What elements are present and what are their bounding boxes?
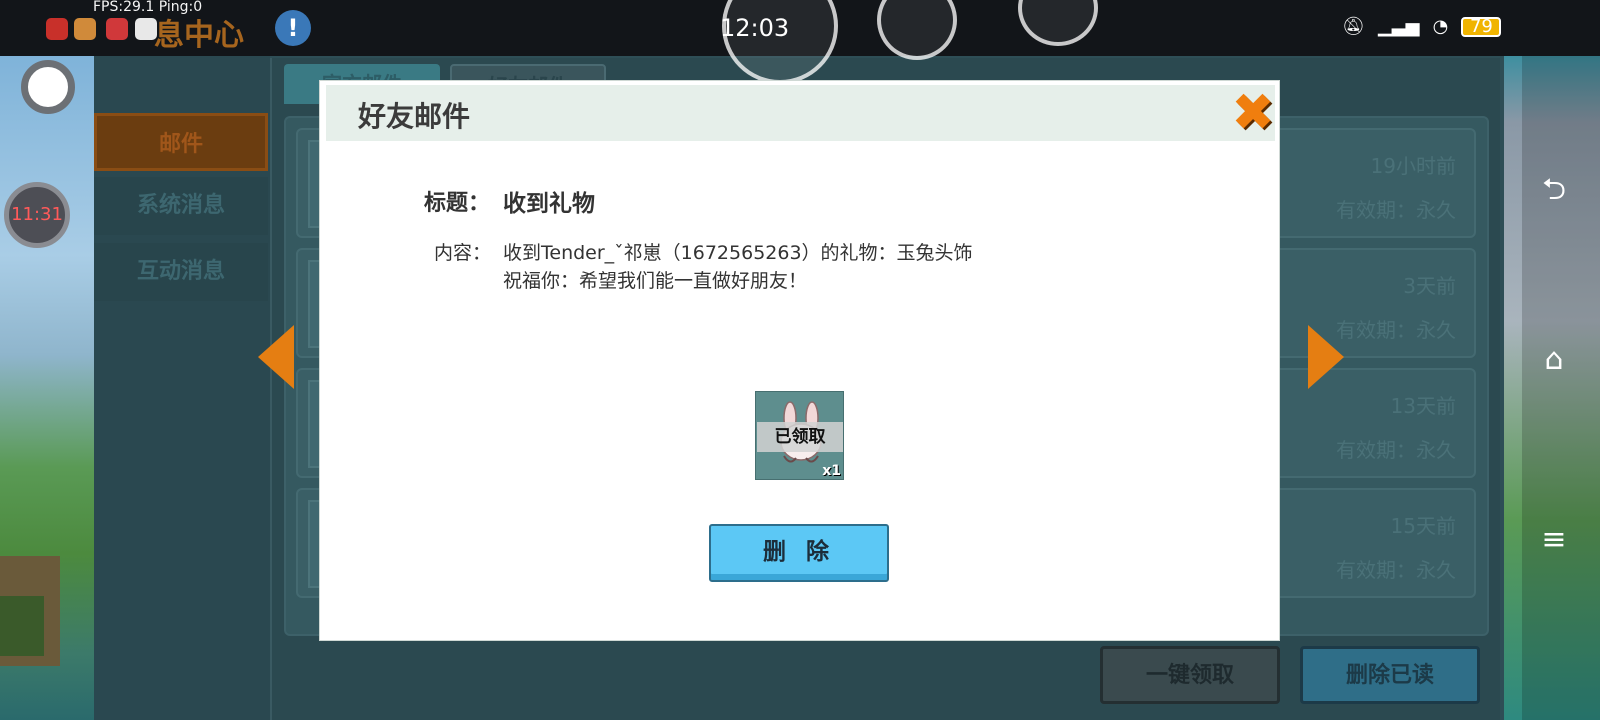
back-icon[interactable]: ⮌ xyxy=(1532,170,1576,210)
content-line-2: 祝福你：希望我们能一直做好朋友！ xyxy=(503,270,808,292)
system-nav-bar xyxy=(1522,56,1600,720)
content-label: 内容： xyxy=(434,242,492,264)
subject-label: 标题： xyxy=(424,191,491,216)
fps-readout: FPS:29.1 Ping:0 xyxy=(93,0,203,15)
sidebar-item-mail[interactable]: 邮件 xyxy=(94,113,268,171)
exclamation-icon[interactable]: ! xyxy=(275,10,311,46)
gift-item[interactable]: 已领取 x1 xyxy=(755,391,844,480)
mail-expiry: 有效期：永久 xyxy=(1336,318,1456,342)
mail-expiry: 有效期：永久 xyxy=(1336,198,1456,222)
signal-icon: ▁▃▅ xyxy=(1377,16,1420,37)
mail-time: 13天前 xyxy=(1390,394,1456,418)
floating-timer[interactable]: 11:31 xyxy=(4,182,70,248)
claimed-badge: 已领取 xyxy=(757,422,843,452)
mail-time: 19小时前 xyxy=(1370,154,1456,178)
delete-button[interactable]: 删 除 xyxy=(709,524,889,582)
sidebar-item-interaction-messages[interactable]: 互动消息 xyxy=(94,243,268,301)
delete-read-button[interactable]: 删除已读 xyxy=(1300,646,1480,704)
bell-muted-icon: 🔕︎ xyxy=(1342,16,1365,37)
wifi-icon: ◔ xyxy=(1432,16,1449,37)
left-game-scene xyxy=(0,56,94,720)
dialog-header: 好友邮件 ✖ xyxy=(326,85,1275,141)
gift-quantity: x1 xyxy=(822,463,841,479)
subject-value: 收到礼物 xyxy=(503,191,595,217)
app-icon-2 xyxy=(74,18,96,40)
home-icon[interactable]: ⌂ xyxy=(1532,340,1576,380)
app-icon-1 xyxy=(46,18,68,40)
app-root: ⮌ ⌂ ≡ 邮件 系统消息 互动消息 官方邮件 好友邮件 19小时前 有效期：永… xyxy=(0,0,1600,720)
next-arrow-icon[interactable] xyxy=(1308,325,1344,389)
system-status-icons: 🔕︎ ▁▃▅ ◔ 79 xyxy=(1342,16,1509,42)
mail-expiry: 有效期：永久 xyxy=(1336,558,1456,582)
floating-ball-icon[interactable] xyxy=(21,60,75,114)
dialog-title: 好友邮件 xyxy=(358,100,471,133)
content-line-1: 收到Tender_ˇ祁崽（1672565263）的礼物：玉兔头饰 xyxy=(503,242,973,264)
claim-all-button[interactable]: 一键领取 xyxy=(1100,646,1280,704)
mail-expiry: 有效期：永久 xyxy=(1336,438,1456,462)
mail-time: 3天前 xyxy=(1403,274,1456,298)
sidebar-item-system-messages[interactable]: 系统消息 xyxy=(94,177,268,235)
menu-icon[interactable]: ≡ xyxy=(1532,520,1576,560)
close-x-icon[interactable]: ✖ xyxy=(1231,87,1275,139)
scene-foliage xyxy=(0,596,44,656)
mail-time: 15天前 xyxy=(1390,514,1456,538)
battery-icon: 79 xyxy=(1461,16,1502,37)
status-clock: 12:03 xyxy=(720,14,790,42)
prev-arrow-icon[interactable] xyxy=(258,325,294,389)
page-title: 息中心 xyxy=(154,18,244,53)
app-icon-4 xyxy=(135,18,157,40)
friend-mail-dialog: 好友邮件 ✖ 标题： 收到礼物 内容： 收到Tender_ˇ祁崽（1672565… xyxy=(319,80,1280,641)
app-icon-3 xyxy=(106,18,128,40)
